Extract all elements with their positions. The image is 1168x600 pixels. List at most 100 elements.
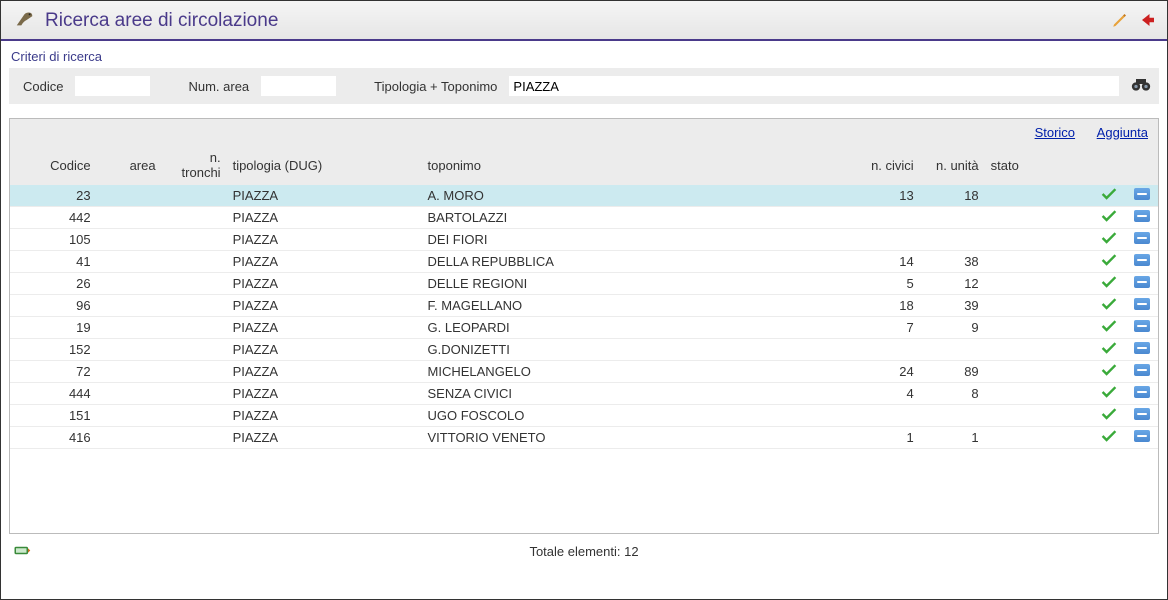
cell-tronchi: [162, 185, 227, 207]
table-header-row: Codice area n. tronchi tipologia (DUG) t…: [10, 146, 1158, 185]
detail-icon[interactable]: [1134, 342, 1150, 354]
cell-civici: 1: [855, 427, 920, 449]
check-icon[interactable]: [1101, 189, 1117, 204]
table-body: 23PIAZZAA. MORO1318442PIAZZABARTOLAZZI10…: [10, 185, 1158, 449]
detail-icon[interactable]: [1134, 254, 1150, 266]
detail-icon[interactable]: [1134, 298, 1150, 310]
detail-icon[interactable]: [1134, 386, 1150, 398]
binoculars-icon[interactable]: [1131, 76, 1151, 96]
cell-codice: 96: [10, 295, 97, 317]
cell-stato: [985, 229, 1093, 251]
cell-civici: 14: [855, 251, 920, 273]
num-area-input[interactable]: [261, 76, 336, 96]
cell-stato: [985, 295, 1093, 317]
table-row[interactable]: 26PIAZZADELLE REGIONI512: [10, 273, 1158, 295]
table-row[interactable]: 442PIAZZABARTOLAZZI: [10, 207, 1158, 229]
cell-tronchi: [162, 427, 227, 449]
table-row[interactable]: 96PIAZZAF. MAGELLANO1839: [10, 295, 1158, 317]
col-header-tipologia[interactable]: tipologia (DUG): [227, 146, 422, 185]
cell-area: [97, 339, 162, 361]
check-icon[interactable]: [1101, 365, 1117, 380]
col-header-area[interactable]: area: [97, 146, 162, 185]
cell-area: [97, 427, 162, 449]
detail-icon[interactable]: [1134, 276, 1150, 288]
cell-stato: [985, 185, 1093, 207]
cell-codice: 19: [10, 317, 97, 339]
detail-icon[interactable]: [1134, 188, 1150, 200]
cell-stato: [985, 361, 1093, 383]
cell-tronchi: [162, 251, 227, 273]
cell-area: [97, 273, 162, 295]
cell-tipologia: PIAZZA: [227, 427, 422, 449]
cell-civici: 13: [855, 185, 920, 207]
cell-civici: 24: [855, 361, 920, 383]
check-icon[interactable]: [1101, 321, 1117, 336]
table-row[interactable]: 105PIAZZADEI FIORI: [10, 229, 1158, 251]
cell-tipologia: PIAZZA: [227, 339, 422, 361]
check-icon[interactable]: [1101, 255, 1117, 270]
col-header-unita[interactable]: n. unità: [920, 146, 985, 185]
check-icon[interactable]: [1101, 211, 1117, 226]
check-icon[interactable]: [1101, 343, 1117, 358]
col-header-codice[interactable]: Codice: [10, 146, 97, 185]
cell-tronchi: [162, 207, 227, 229]
cell-area: [97, 361, 162, 383]
detail-icon[interactable]: [1134, 408, 1150, 420]
page-title: Ricerca aree di circolazione: [45, 10, 1111, 32]
table-row[interactable]: 444PIAZZASENZA CIVICI48: [10, 383, 1158, 405]
results-panel: Storico Aggiunta Codice area n. tronchi …: [9, 118, 1159, 534]
cell-codice: 152: [10, 339, 97, 361]
col-header-civici[interactable]: n. civici: [855, 146, 920, 185]
cell-tronchi: [162, 317, 227, 339]
cell-stato: [985, 251, 1093, 273]
detail-icon[interactable]: [1134, 430, 1150, 442]
detail-icon[interactable]: [1134, 364, 1150, 376]
col-header-toponimo[interactable]: toponimo: [422, 146, 855, 185]
table-row[interactable]: 23PIAZZAA. MORO1318: [10, 185, 1158, 207]
check-icon[interactable]: [1101, 387, 1117, 402]
cell-area: [97, 317, 162, 339]
table-row[interactable]: 19PIAZZAG. LEOPARDI79: [10, 317, 1158, 339]
table-row[interactable]: 151PIAZZAUGO FOSCOLO: [10, 405, 1158, 427]
cell-unita: [920, 405, 985, 427]
check-icon[interactable]: [1101, 299, 1117, 314]
col-header-stato[interactable]: stato: [985, 146, 1093, 185]
table-row[interactable]: 41PIAZZADELLA REPUBBLICA1438: [10, 251, 1158, 273]
storico-link[interactable]: Storico: [1035, 125, 1075, 140]
cell-civici: 4: [855, 383, 920, 405]
cell-unita: [920, 339, 985, 361]
cell-codice: 72: [10, 361, 97, 383]
cell-civici: 5: [855, 273, 920, 295]
cell-tipologia: PIAZZA: [227, 361, 422, 383]
table-row[interactable]: 416PIAZZAVITTORIO VENETO11: [10, 427, 1158, 449]
table-row[interactable]: 152PIAZZAG.DONIZETTI: [10, 339, 1158, 361]
cell-area: [97, 251, 162, 273]
edit-icon[interactable]: [1111, 11, 1129, 32]
detail-icon[interactable]: [1134, 232, 1150, 244]
codice-input[interactable]: [75, 76, 150, 96]
cell-tipologia: PIAZZA: [227, 207, 422, 229]
detail-icon[interactable]: [1134, 320, 1150, 332]
check-icon[interactable]: [1101, 431, 1117, 446]
detail-icon[interactable]: [1134, 210, 1150, 222]
table-row[interactable]: 72PIAZZAMICHELANGELO2489: [10, 361, 1158, 383]
check-icon[interactable]: [1101, 277, 1117, 292]
cell-unita: 8: [920, 383, 985, 405]
cell-area: [97, 185, 162, 207]
cell-tipologia: PIAZZA: [227, 251, 422, 273]
cell-civici: [855, 405, 920, 427]
cell-toponimo: DELLA REPUBBLICA: [422, 251, 855, 273]
cell-civici: 18: [855, 295, 920, 317]
cell-stato: [985, 427, 1093, 449]
aggiunta-link[interactable]: Aggiunta: [1097, 125, 1148, 140]
col-header-action2: [1125, 146, 1158, 185]
check-icon[interactable]: [1101, 233, 1117, 248]
check-icon[interactable]: [1101, 409, 1117, 424]
cell-codice: 416: [10, 427, 97, 449]
tipologia-toponimo-input[interactable]: [509, 76, 1119, 96]
cell-tronchi: [162, 295, 227, 317]
col-header-tronchi[interactable]: n. tronchi: [162, 146, 227, 185]
codice-label: Codice: [23, 79, 63, 94]
cell-tronchi: [162, 405, 227, 427]
back-arrow-icon[interactable]: [1139, 11, 1157, 32]
